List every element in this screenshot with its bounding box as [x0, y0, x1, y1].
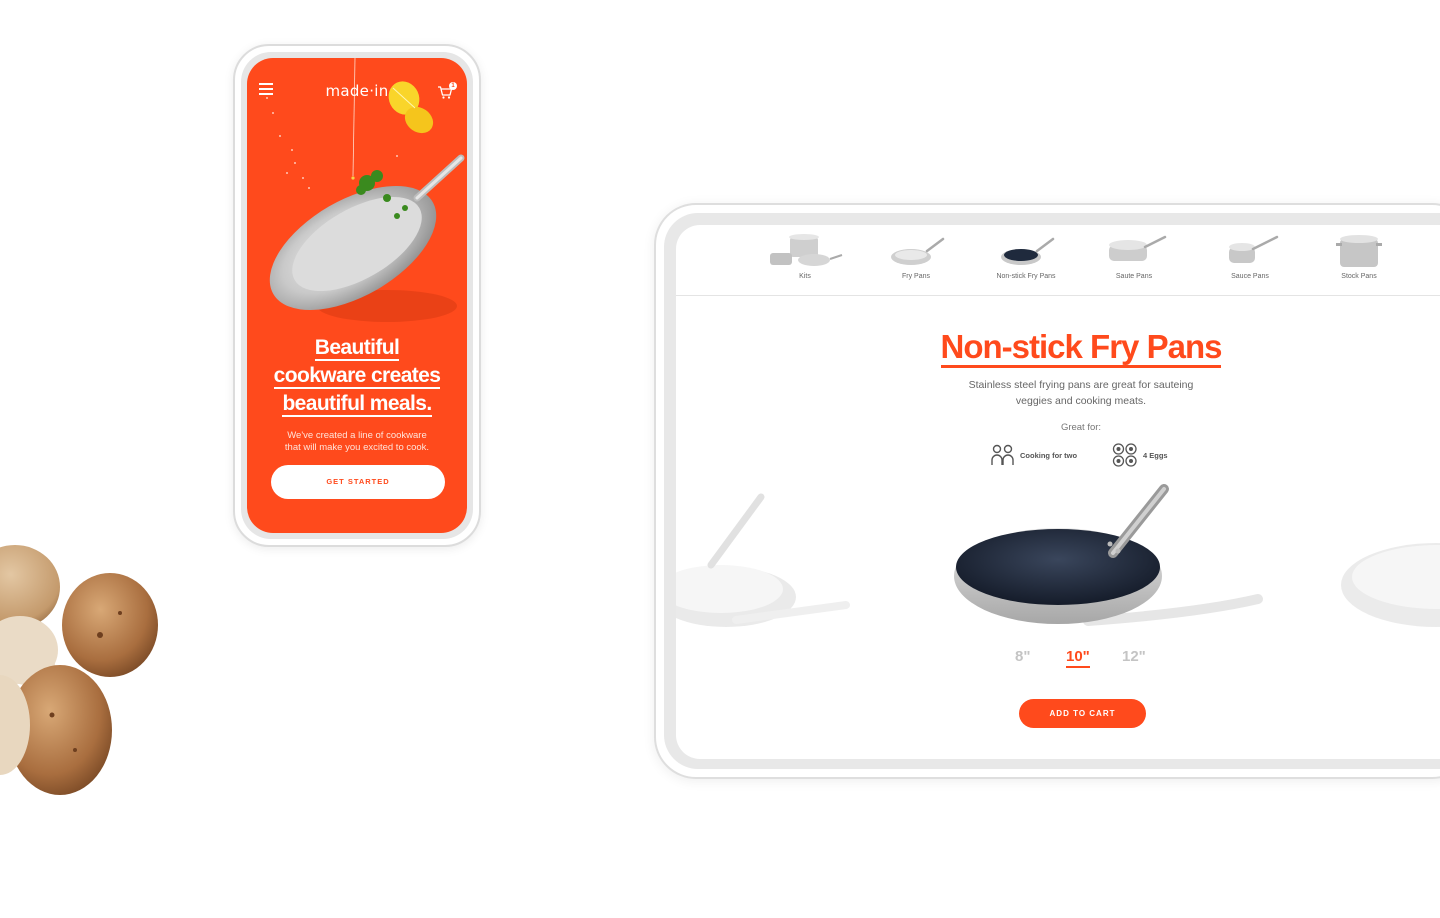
stock-pot-icon	[1336, 235, 1382, 267]
page-title: Non-stick Fry Pans	[676, 328, 1440, 368]
category-label: Stock Pans	[1341, 273, 1377, 280]
category-fry-pans[interactable]: Fry Pans	[871, 231, 961, 291]
product-description: Stainless steel frying pans are great fo…	[931, 377, 1231, 409]
cookware-set-icon	[770, 234, 843, 266]
description-line: Stainless steel frying pans are great fo…	[968, 379, 1194, 391]
page-title-text: Non-stick Fry Pans	[940, 328, 1222, 368]
description-line: veggies and cooking meats.	[1015, 395, 1147, 407]
subtext-line: We've created a line of cookware	[287, 430, 427, 441]
hero-pan-image	[266, 58, 465, 322]
category-nonstick-fry-pans[interactable]: Non-stick Fry Pans	[981, 231, 1071, 291]
category-label: Kits	[799, 273, 811, 280]
great-for-label: Great for:	[1060, 422, 1102, 433]
category-sauce-pans[interactable]: Sauce Pans	[1205, 231, 1295, 291]
category-nav: Kits Fry Pans Non-stick Fry Pans Saute P…	[676, 225, 1440, 296]
two-people-icon	[991, 444, 1014, 465]
tablet-screen: Kits Fry Pans Non-stick Fry Pans Saute P…	[676, 225, 1440, 759]
sauce-pan-icon	[1229, 235, 1279, 263]
feature-cooking-for-two: Cooking for two	[991, 443, 1077, 467]
phone-screen: made·in 1 Beautiful cookware creates bea…	[247, 58, 467, 533]
nonstick-fry-pan-image[interactable]	[938, 481, 1268, 636]
feature-4-eggs: 4 Eggs	[1112, 443, 1168, 467]
saute-pan-icon	[1109, 235, 1167, 261]
category-label: Fry Pans	[901, 273, 930, 280]
size-option-8[interactable]: 8"	[1015, 648, 1030, 665]
nonstick-pan-icon	[1001, 237, 1055, 265]
size-option-10-selected[interactable]: 10"	[1066, 648, 1090, 668]
category-label: Saute Pans	[1115, 273, 1153, 280]
get-started-button[interactable]: GET STARTED	[271, 465, 445, 499]
category-kits[interactable]: Kits	[760, 231, 850, 291]
category-stock-pans[interactable]: Stock Pans	[1314, 231, 1404, 291]
cart-count-badge: 1	[449, 82, 457, 90]
tablet-mockup: Kits Fry Pans Non-stick Fry Pans Saute P…	[654, 203, 1440, 779]
mushrooms-image	[0, 545, 158, 795]
eggs-icon	[1112, 443, 1137, 467]
feature-label: Cooking for two	[1020, 450, 1078, 460]
subtext-line: that will make you excited to cook.	[284, 442, 430, 453]
previous-product-image[interactable]	[676, 485, 856, 645]
category-label: Sauce Pans	[1231, 273, 1269, 280]
category-saute-pans[interactable]: Saute Pans	[1089, 231, 1179, 291]
fry-pan-icon	[891, 237, 945, 265]
size-option-12[interactable]: 12"	[1122, 648, 1146, 665]
headline-line: Beautiful	[314, 336, 400, 361]
phone-mockup: made·in 1 Beautiful cookware creates bea…	[233, 44, 481, 547]
headline-line: beautiful meals.	[282, 392, 432, 417]
headline-line: cookware creates	[273, 364, 441, 389]
phone-bezel: made·in 1 Beautiful cookware creates bea…	[241, 52, 473, 539]
feature-label: 4 Eggs	[1143, 450, 1168, 460]
next-product-image[interactable]	[1336, 525, 1440, 645]
hero-subtext: We've created a line of cookware that wi…	[271, 430, 443, 454]
add-to-cart-button[interactable]: ADD TO CART	[1019, 699, 1146, 728]
tablet-bezel: Kits Fry Pans Non-stick Fry Pans Saute P…	[664, 213, 1440, 769]
category-label: Non-stick Fry Pans	[996, 273, 1056, 280]
hero-headline: Beautiful cookware creates beautiful mea…	[257, 334, 457, 418]
brand-logo[interactable]: made·in	[247, 82, 467, 100]
